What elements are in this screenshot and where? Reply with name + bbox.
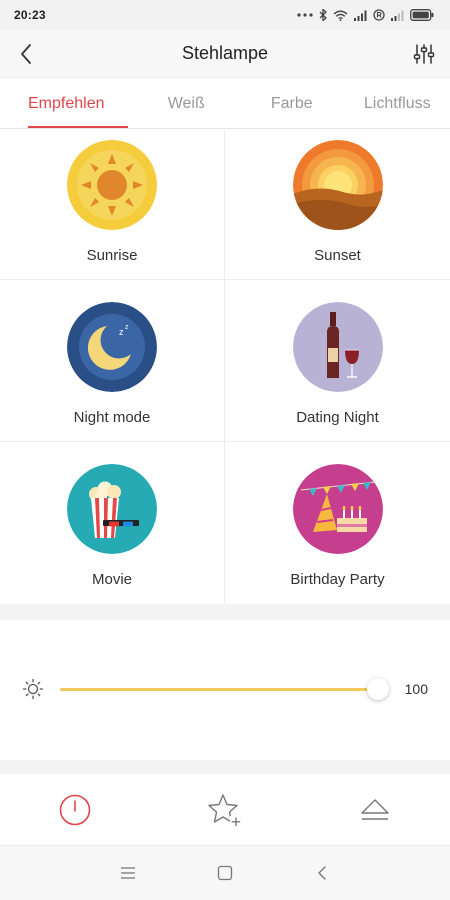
home-icon	[217, 865, 233, 881]
app-header: Stehlampe	[0, 30, 450, 78]
section-divider	[0, 760, 450, 774]
scene-label: Movie	[91, 571, 132, 588]
dots-icon	[297, 13, 313, 17]
sliders-icon	[413, 44, 435, 64]
scene-dating-night[interactable]: Dating Night	[225, 280, 450, 442]
wine-icon	[292, 302, 383, 392]
svg-text:z: z	[125, 324, 129, 331]
eject-icon	[361, 798, 389, 820]
sunset-icon	[292, 140, 383, 230]
scene-birthday-party[interactable]: Birthday Party	[225, 442, 450, 604]
status-icons	[297, 9, 434, 21]
scene-grid: Sunrise Sunset z z Night mode Dating Nig…	[0, 130, 450, 604]
battery-icon	[410, 9, 434, 21]
scene-label: Night mode	[73, 409, 151, 426]
brightness-slider-thumb[interactable]	[367, 678, 389, 700]
brightness-slider[interactable]	[60, 688, 378, 691]
svg-text:z: z	[119, 327, 124, 337]
scene-label: Sunset	[314, 247, 361, 264]
tab-weiss[interactable]: Weiß	[134, 79, 240, 128]
scene-label: Sunrise	[86, 247, 138, 264]
scene-sunset[interactable]: Sunset	[225, 130, 450, 280]
section-divider	[0, 604, 450, 620]
brightness-panel: 100	[0, 620, 450, 760]
back-nav-icon	[317, 866, 326, 880]
power-button[interactable]	[0, 774, 150, 845]
tab-bar: Empfehlen Weiß Farbe Lichtfluss	[0, 79, 450, 129]
system-nav-bar	[0, 846, 450, 900]
scene-night-mode[interactable]: z z Night mode	[0, 280, 225, 442]
eject-button[interactable]	[300, 774, 450, 845]
home-nav-button[interactable]	[205, 853, 245, 893]
signal-icon	[354, 10, 367, 21]
tab-farbe[interactable]: Farbe	[239, 79, 345, 128]
tab-empfehlen[interactable]: Empfehlen	[0, 79, 134, 128]
back-arrow-icon	[21, 44, 31, 64]
back-button[interactable]	[12, 40, 40, 68]
party-icon	[292, 464, 383, 554]
menu-nav-button[interactable]	[108, 853, 148, 893]
brightness-slider-fill	[60, 688, 378, 691]
page-title: Stehlampe	[181, 43, 269, 63]
brightness-icon	[22, 678, 44, 700]
back-nav-button[interactable]	[302, 853, 342, 893]
signal-low-icon	[391, 10, 404, 21]
brightness-value: 100	[404, 681, 428, 697]
add-favorite-button[interactable]	[150, 774, 300, 845]
scene-sunrise[interactable]: Sunrise	[0, 130, 225, 280]
scene-movie[interactable]: Movie	[0, 442, 225, 604]
settings-button[interactable]	[410, 40, 438, 68]
wifi-icon	[333, 10, 348, 21]
status-time: 20:23	[14, 8, 46, 22]
status-bar: 20:23	[0, 0, 450, 30]
night-mode-icon: z z	[67, 302, 157, 392]
sunrise-icon	[67, 140, 157, 230]
power-icon	[59, 794, 91, 825]
action-bar	[0, 774, 450, 846]
star-add-icon	[208, 793, 242, 827]
registered-icon	[373, 9, 385, 21]
menu-icon	[121, 867, 136, 879]
scene-label: Birthday Party	[290, 571, 385, 588]
popcorn-icon	[67, 464, 157, 554]
scene-label: Dating Night	[296, 409, 379, 426]
bluetooth-icon	[319, 9, 327, 21]
tab-lichtfluss[interactable]: Lichtfluss	[345, 79, 450, 128]
